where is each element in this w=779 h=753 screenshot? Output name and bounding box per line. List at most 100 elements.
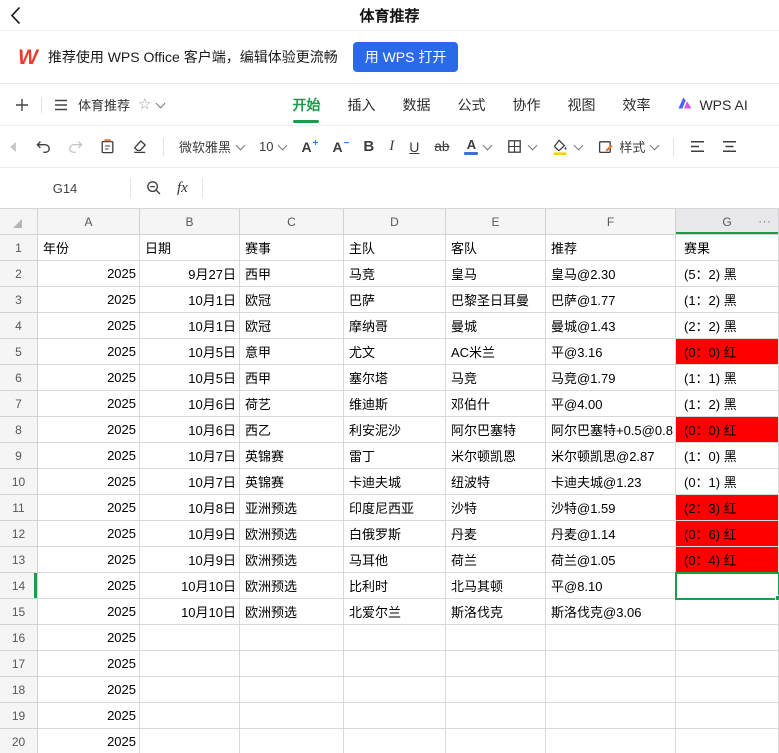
row-header-15[interactable]: 15: [0, 599, 38, 625]
cell-G12[interactable]: (0：6) 红: [676, 521, 779, 547]
cell-C17[interactable]: [240, 651, 344, 677]
cell-B4[interactable]: 10月1日: [140, 313, 240, 339]
row-header-9[interactable]: 9: [0, 443, 38, 469]
cell-A13[interactable]: 2025: [38, 547, 140, 573]
undo-button[interactable]: [35, 139, 52, 155]
cell-C18[interactable]: [240, 677, 344, 703]
cell-F16[interactable]: [546, 625, 676, 651]
star-favorite-icon[interactable]: [138, 97, 151, 112]
new-sheet-button[interactable]: [14, 97, 30, 113]
eraser-button[interactable]: [131, 138, 148, 155]
column-header-B[interactable]: B: [140, 209, 240, 235]
cell-G7[interactable]: (1：2) 黑: [676, 391, 779, 417]
chevron-down-icon[interactable]: [156, 98, 166, 108]
open-in-wps-button[interactable]: 用 WPS 打开: [353, 42, 459, 72]
cell-G14[interactable]: [676, 573, 779, 599]
cell-C10[interactable]: 英锦赛: [240, 469, 344, 495]
cell-G5[interactable]: (0：0) 红: [676, 339, 779, 365]
cell-A15[interactable]: 2025: [38, 599, 140, 625]
cell-G8[interactable]: (0：0) 红: [676, 417, 779, 443]
cell-E12[interactable]: 丹麦: [446, 521, 546, 547]
column-menu-button[interactable]: ···: [758, 213, 771, 228]
cell-A20[interactable]: 2025: [38, 729, 140, 753]
cell-A9[interactable]: 2025: [38, 443, 140, 469]
row-header-3[interactable]: 3: [0, 287, 38, 313]
cell-D7[interactable]: 维迪斯: [344, 391, 446, 417]
cell-B11[interactable]: 10月8日: [140, 495, 240, 521]
cell-E7[interactable]: 邓伯什: [446, 391, 546, 417]
cell-style-button[interactable]: 样式: [597, 137, 658, 156]
cell-F8[interactable]: 阿尔巴塞特+0.5@0.8: [546, 417, 676, 443]
cell-B8[interactable]: 10月6日: [140, 417, 240, 443]
row-header-20[interactable]: 20: [0, 729, 38, 753]
select-all-button[interactable]: [0, 209, 38, 235]
column-header-C[interactable]: C: [240, 209, 344, 235]
cell-C20[interactable]: [240, 729, 344, 753]
cell-B19[interactable]: [140, 703, 240, 729]
cell-C12[interactable]: 欧洲预选: [240, 521, 344, 547]
decrease-font-size-button[interactable]: A−: [332, 139, 348, 155]
cell-G6[interactable]: (1：1) 黑: [676, 365, 779, 391]
cell-F5[interactable]: 平@3.16: [546, 339, 676, 365]
cell-D18[interactable]: [344, 677, 446, 703]
cell-B6[interactable]: 10月5日: [140, 365, 240, 391]
insert-function-button[interactable]: fx: [177, 180, 188, 197]
cell-A14[interactable]: 2025: [38, 573, 140, 599]
row-header-16[interactable]: 16: [0, 625, 38, 651]
cell-C2[interactable]: 西甲: [240, 261, 344, 287]
cell-F18[interactable]: [546, 677, 676, 703]
cell-C8[interactable]: 西乙: [240, 417, 344, 443]
cell-E17[interactable]: [446, 651, 546, 677]
cell-A7[interactable]: 2025: [38, 391, 140, 417]
cell-C5[interactable]: 意甲: [240, 339, 344, 365]
cell-A19[interactable]: 2025: [38, 703, 140, 729]
cell-G9[interactable]: (1：0) 黑: [676, 443, 779, 469]
cell-C16[interactable]: [240, 625, 344, 651]
cell-G15[interactable]: [676, 599, 779, 625]
cell-D13[interactable]: 马耳他: [344, 547, 446, 573]
cell-F19[interactable]: [546, 703, 676, 729]
cell-C13[interactable]: 欧洲预选: [240, 547, 344, 573]
cell-A3[interactable]: 2025: [38, 287, 140, 313]
cell-E16[interactable]: [446, 625, 546, 651]
paste-button[interactable]: [99, 138, 116, 155]
tab-协作[interactable]: 协作: [512, 84, 540, 126]
cell-G16[interactable]: [676, 625, 779, 651]
cell-reference-box[interactable]: G14: [0, 181, 130, 196]
column-header-A[interactable]: A: [38, 209, 140, 235]
cell-F10[interactable]: 卡迪夫城@1.23: [546, 469, 676, 495]
borders-button[interactable]: [506, 138, 536, 155]
cell-F14[interactable]: 平@8.10: [546, 573, 676, 599]
cell-B7[interactable]: 10月6日: [140, 391, 240, 417]
row-header-17[interactable]: 17: [0, 651, 38, 677]
cell-B3[interactable]: 10月1日: [140, 287, 240, 313]
row-header-10[interactable]: 10: [0, 469, 38, 495]
cell-B15[interactable]: 10月10日: [140, 599, 240, 625]
fill-color-button[interactable]: [551, 138, 582, 156]
fill-handle[interactable]: [775, 595, 779, 601]
sheet-menu-button[interactable]: [53, 98, 69, 112]
cell-E1[interactable]: 客队: [446, 235, 546, 261]
cell-C9[interactable]: 英锦赛: [240, 443, 344, 469]
cell-E2[interactable]: 皇马: [446, 261, 546, 287]
cell-E14[interactable]: 北马其顿: [446, 573, 546, 599]
cell-G18[interactable]: [676, 677, 779, 703]
cell-F4[interactable]: 曼城@1.43: [546, 313, 676, 339]
cell-F15[interactable]: 斯洛伐克@3.06: [546, 599, 676, 625]
cell-B18[interactable]: [140, 677, 240, 703]
cell-A4[interactable]: 2025: [38, 313, 140, 339]
column-header-F[interactable]: F: [546, 209, 676, 235]
redo-button[interactable]: [67, 139, 84, 155]
tab-数据[interactable]: 数据: [402, 84, 430, 126]
row-header-5[interactable]: 5: [0, 339, 38, 365]
cell-B1[interactable]: 日期: [140, 235, 240, 261]
cell-B12[interactable]: 10月9日: [140, 521, 240, 547]
cell-A10[interactable]: 2025: [38, 469, 140, 495]
italic-button[interactable]: I: [389, 138, 394, 155]
cell-B5[interactable]: 10月5日: [140, 339, 240, 365]
bold-button[interactable]: B: [363, 138, 374, 155]
cell-B17[interactable]: [140, 651, 240, 677]
cell-B16[interactable]: [140, 625, 240, 651]
collapse-toolbar-icon[interactable]: [10, 142, 16, 152]
cell-D17[interactable]: [344, 651, 446, 677]
